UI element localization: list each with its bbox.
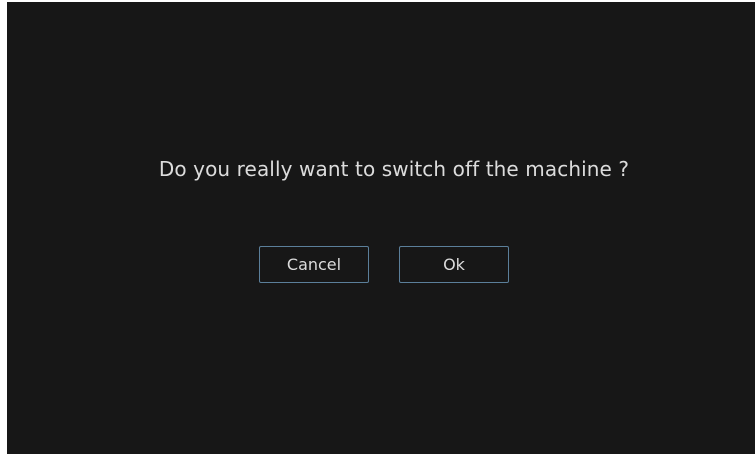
ok-button[interactable]: Ok	[399, 246, 509, 283]
cancel-button[interactable]: Cancel	[259, 246, 369, 283]
confirmation-message: Do you really want to switch off the mac…	[158, 157, 630, 181]
shutdown-dialog: Do you really want to switch off the mac…	[7, 2, 755, 454]
